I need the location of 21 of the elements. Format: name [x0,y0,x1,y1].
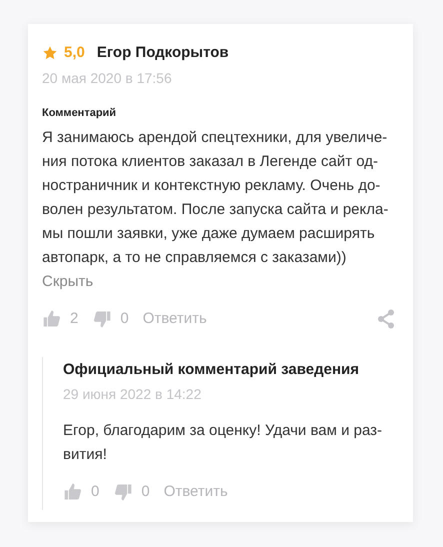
review-text: Я занимаюсь арендой спецтехники, для увеличе- ния потока клиентов заказал в Легенде сайт од- ностраничник и контекстную рекламу. Очень до- волен результатом. После запуска сайта и рекла- мы пошли заявки, уже даже думаем расширять автопарк, а то не справляемся с заказами)) [42,128,390,268]
share-icon[interactable] [377,309,395,330]
thumbs-up-icon [42,309,62,330]
dislike-button[interactable]: 0 [113,481,150,504]
like-button[interactable]: 2 [42,308,78,330]
thumbs-down-icon [92,309,112,330]
dislike-button[interactable]: 0 [92,308,129,330]
reply-button[interactable]: Ответить [164,481,228,504]
section-label: Комментарий [42,106,118,120]
reply-date: 29 июня 2022 в 14:22 [63,385,202,404]
star-icon [42,45,58,62]
author-name: Егор Подкорытов [96,43,229,63]
collapse-link[interactable]: Скрыть [42,270,94,294]
rating-value: 5,0 [64,43,85,63]
review-date: 20 мая 2020 в 17:56 [42,68,173,88]
reply-button[interactable]: Ответить [142,308,207,330]
reply-title: Официальный комментарий заведения [63,360,360,380]
like-button[interactable]: 0 [63,481,100,504]
thumbs-up-icon [63,482,83,502]
reply-text: Егор, благодарим за оценку! Удачи вам и раз- вития! [63,421,384,465]
thumbs-down-icon [113,482,134,502]
